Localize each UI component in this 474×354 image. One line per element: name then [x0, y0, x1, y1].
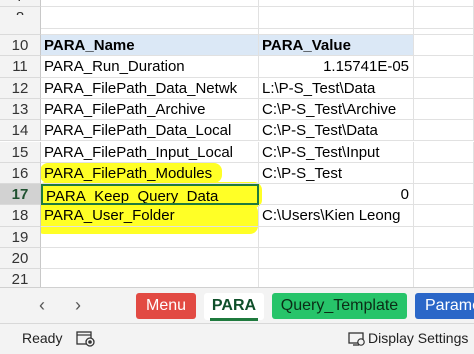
- grid-row: 12 PARA_FilePath_Data_Netwk L:\P-S_Test\…: [0, 77, 474, 99]
- cell-c[interactable]: [414, 269, 474, 287]
- cell-c[interactable]: [414, 15, 474, 35]
- grid-row: 16 PARA_FilePath_Modules C:\P-S_Test: [0, 162, 474, 185]
- tab-menu[interactable]: Menu: [136, 293, 196, 319]
- grid-row: 18 PARA_User_Folder C:\Users\Kien Leong: [0, 205, 474, 227]
- row-header[interactable]: 18: [0, 205, 41, 227]
- grid-row: 15 PARA_FilePath_Input_Local C:\P-S_Test…: [0, 141, 474, 163]
- row-header[interactable]: [0, 15, 41, 35]
- cell-c[interactable]: [414, 120, 474, 142]
- cell-a[interactable]: [41, 15, 259, 35]
- status-bar: Ready Display Settings: [0, 323, 474, 354]
- sheet-tab-bar: ‹ › Menu PARA Query_Template Parame: [0, 287, 474, 323]
- chevron-left-icon[interactable]: ‹: [31, 295, 53, 317]
- tab-query-template[interactable]: Query_Template: [272, 293, 407, 319]
- cell-a[interactable]: PARA_FilePath_Modules: [41, 162, 259, 185]
- row-header[interactable]: 7: [0, 0, 41, 8]
- cell-c[interactable]: [414, 98, 474, 121]
- row-header[interactable]: 17: [0, 184, 41, 206]
- cell-c[interactable]: [414, 248, 474, 270]
- cell-c[interactable]: [414, 56, 474, 78]
- cell-a[interactable]: PARA_FilePath_Data_Netwk: [41, 77, 259, 99]
- cell-b[interactable]: 0: [259, 184, 414, 206]
- grid-row: 7: [0, 0, 474, 8]
- grid-row: 20: [0, 248, 474, 270]
- row-header[interactable]: 13: [0, 98, 41, 121]
- cell-b[interactable]: [259, 226, 414, 248]
- cell-b[interactable]: [259, 0, 414, 8]
- cell-b[interactable]: L:\P-S_Test\Data: [259, 77, 414, 99]
- cell-b[interactable]: C:\P-S_Test\Archive: [259, 98, 414, 121]
- spreadsheet-grid[interactable]: 7 8 10 PARA_Name PARA_Value 11 PARA_Run_…: [0, 0, 474, 287]
- row-header[interactable]: 12: [0, 77, 41, 99]
- cell-a[interactable]: [41, 0, 259, 8]
- cell-b[interactable]: [259, 248, 414, 270]
- row-header[interactable]: 21: [0, 269, 41, 287]
- grid-row: 21: [0, 269, 474, 287]
- cell-c[interactable]: [414, 141, 474, 163]
- tab-parameters[interactable]: Parame: [415, 293, 474, 319]
- cell-a[interactable]: PARA_FilePath_Input_Local: [41, 141, 259, 163]
- cell-c[interactable]: [414, 184, 474, 206]
- column-header-value[interactable]: PARA_Value: [259, 35, 414, 57]
- column-header-name[interactable]: PARA_Name: [41, 35, 259, 57]
- selected-cell[interactable]: PARA_Keep_Query_Data: [41, 184, 259, 206]
- cell-a[interactable]: [41, 248, 259, 270]
- display-settings-button[interactable]: Display Settings: [368, 330, 468, 346]
- cell-c[interactable]: [414, 162, 474, 185]
- cell-c[interactable]: [414, 0, 474, 8]
- cell-b[interactable]: 1.15741E-05: [259, 56, 414, 78]
- row-header[interactable]: 14: [0, 120, 41, 142]
- active-tab-indicator: [210, 318, 258, 321]
- row-header[interactable]: 10: [0, 35, 41, 57]
- cell-c[interactable]: [414, 35, 474, 57]
- cell-c[interactable]: [414, 205, 474, 227]
- row-header[interactable]: 20: [0, 248, 41, 270]
- row-header[interactable]: 16: [0, 162, 41, 185]
- cell-b[interactable]: C:\Users\Kien Leong: [259, 205, 414, 227]
- display-settings-icon[interactable]: [348, 330, 366, 348]
- grid-row: 14 PARA_FilePath_Data_Local C:\P-S_Test\…: [0, 120, 474, 142]
- header-row: 10 PARA_Name PARA_Value: [0, 35, 474, 57]
- cell-c[interactable]: [414, 77, 474, 99]
- row-header[interactable]: 19: [0, 226, 41, 248]
- cell-a[interactable]: PARA_FilePath_Archive: [41, 98, 259, 121]
- cell-b[interactable]: [259, 269, 414, 287]
- status-ready-text: Ready: [22, 330, 63, 346]
- cell-a[interactable]: [41, 269, 259, 287]
- row-header[interactable]: 15: [0, 141, 41, 163]
- grid-row: 13 PARA_FilePath_Archive C:\P-S_Test\Arc…: [0, 98, 474, 121]
- cell-b[interactable]: [259, 15, 414, 35]
- cell-a[interactable]: PARA_FilePath_Data_Local: [41, 120, 259, 142]
- cell-a[interactable]: [41, 226, 259, 248]
- cell-a[interactable]: PARA_User_Folder: [41, 205, 259, 227]
- tab-para[interactable]: PARA: [204, 293, 264, 320]
- grid-row: 19: [0, 226, 474, 248]
- cell-b[interactable]: C:\P-S_Test: [259, 162, 414, 185]
- chevron-right-icon[interactable]: ›: [67, 295, 89, 317]
- grid-row: 11 PARA_Run_Duration 1.15741E-05: [0, 56, 474, 78]
- cell-b[interactable]: C:\P-S_Test\Input: [259, 141, 414, 163]
- cell-a[interactable]: PARA_Run_Duration: [41, 56, 259, 78]
- grid-row: [0, 15, 474, 35]
- macro-recorder-icon[interactable]: [76, 330, 96, 348]
- cell-b[interactable]: C:\P-S_Test\Data: [259, 120, 414, 142]
- cell-c[interactable]: [414, 226, 474, 248]
- grid-row-selected: 17 PARA_Keep_Query_Data 0: [0, 184, 474, 206]
- row-header[interactable]: 11: [0, 56, 41, 78]
